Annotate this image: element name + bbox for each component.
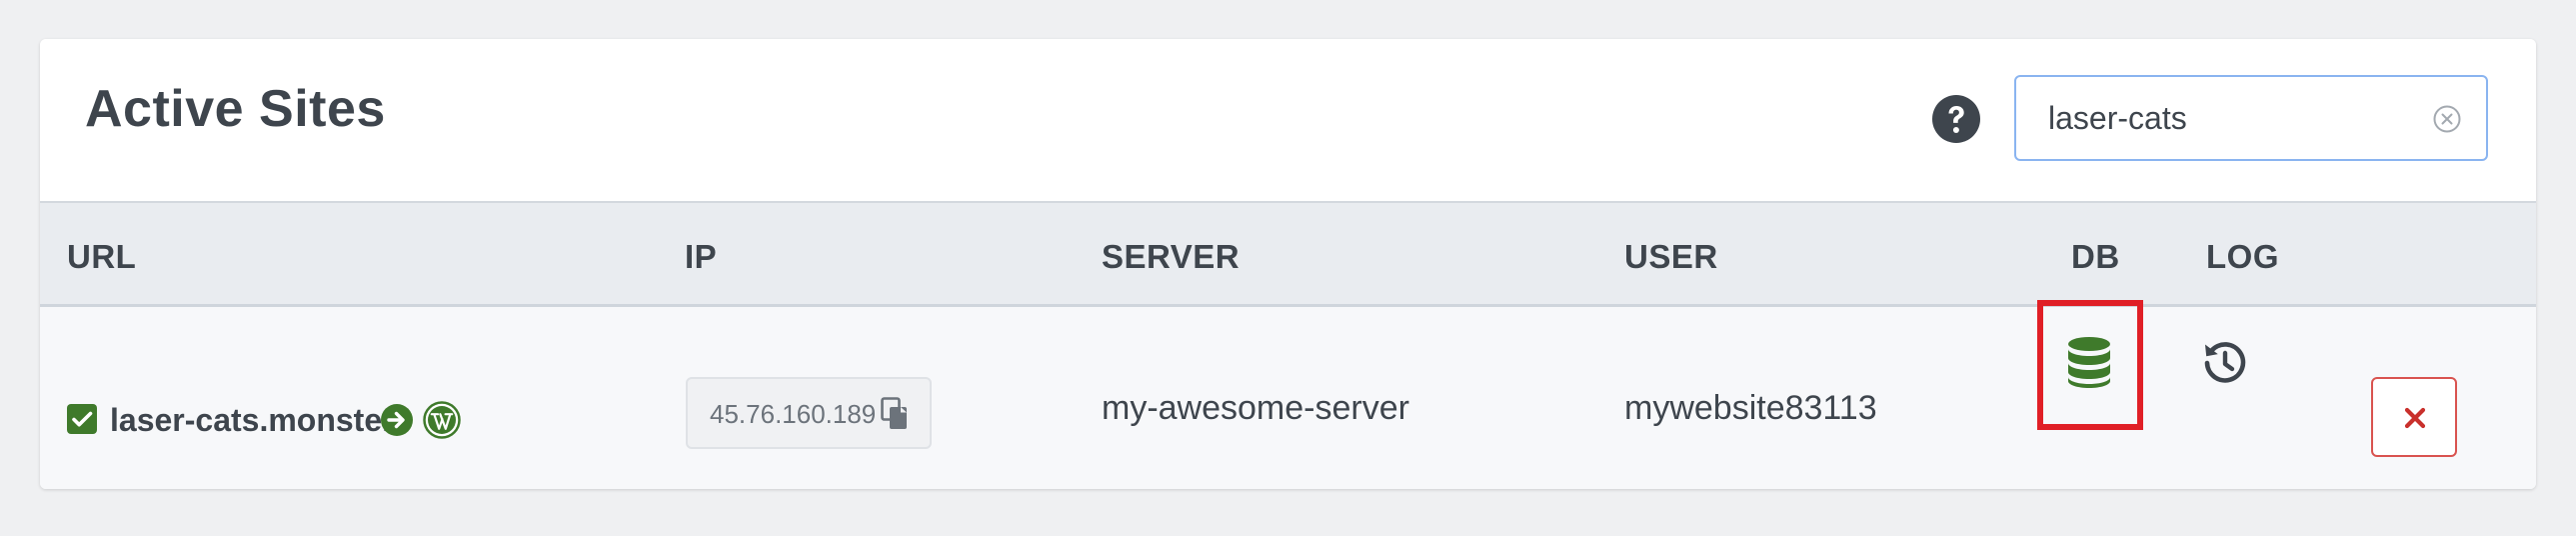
clear-circle-icon[interactable] (2432, 104, 2462, 134)
search-input[interactable] (2048, 77, 2428, 159)
ip-address: 45.76.160.189 (710, 399, 877, 429)
column-header-user[interactable]: USER (1624, 238, 1718, 276)
question-circle-icon[interactable] (1931, 94, 1981, 144)
user-name: mywebsite83113 (1624, 389, 1877, 427)
column-header-ip[interactable]: IP (685, 238, 717, 276)
column-header-server[interactable]: SERVER (1102, 238, 1240, 276)
close-icon (2404, 407, 2426, 429)
active-sites-card: Active Sites URL IP SERVER USER DB LOG (40, 39, 2536, 489)
column-header-log[interactable]: LOG (2206, 238, 2279, 276)
page-title: Active Sites (85, 80, 386, 138)
table-row: laser-cats.monster 45.76.160.189 my-awes… (40, 300, 2536, 489)
site-url-link[interactable]: laser-cats.monster (110, 402, 395, 439)
table-header: URL IP SERVER USER DB LOG (40, 201, 2536, 307)
ip-copy-box[interactable]: 45.76.160.189 (686, 377, 932, 449)
server-name: my-awesome-server (1102, 389, 1409, 427)
history-icon[interactable] (2202, 340, 2248, 386)
copy-icon[interactable] (881, 397, 909, 431)
column-header-db[interactable]: DB (2071, 238, 2120, 276)
check-icon (72, 411, 93, 427)
search-field[interactable] (2014, 75, 2488, 161)
site-checkbox[interactable] (67, 404, 97, 434)
column-header-url[interactable]: URL (67, 238, 136, 276)
card-header: Active Sites (40, 39, 2536, 201)
arrow-right-circle-icon[interactable] (380, 403, 414, 437)
delete-site-button[interactable] (2371, 377, 2457, 457)
database-icon[interactable] (2066, 336, 2112, 388)
wordpress-icon[interactable] (423, 401, 461, 439)
